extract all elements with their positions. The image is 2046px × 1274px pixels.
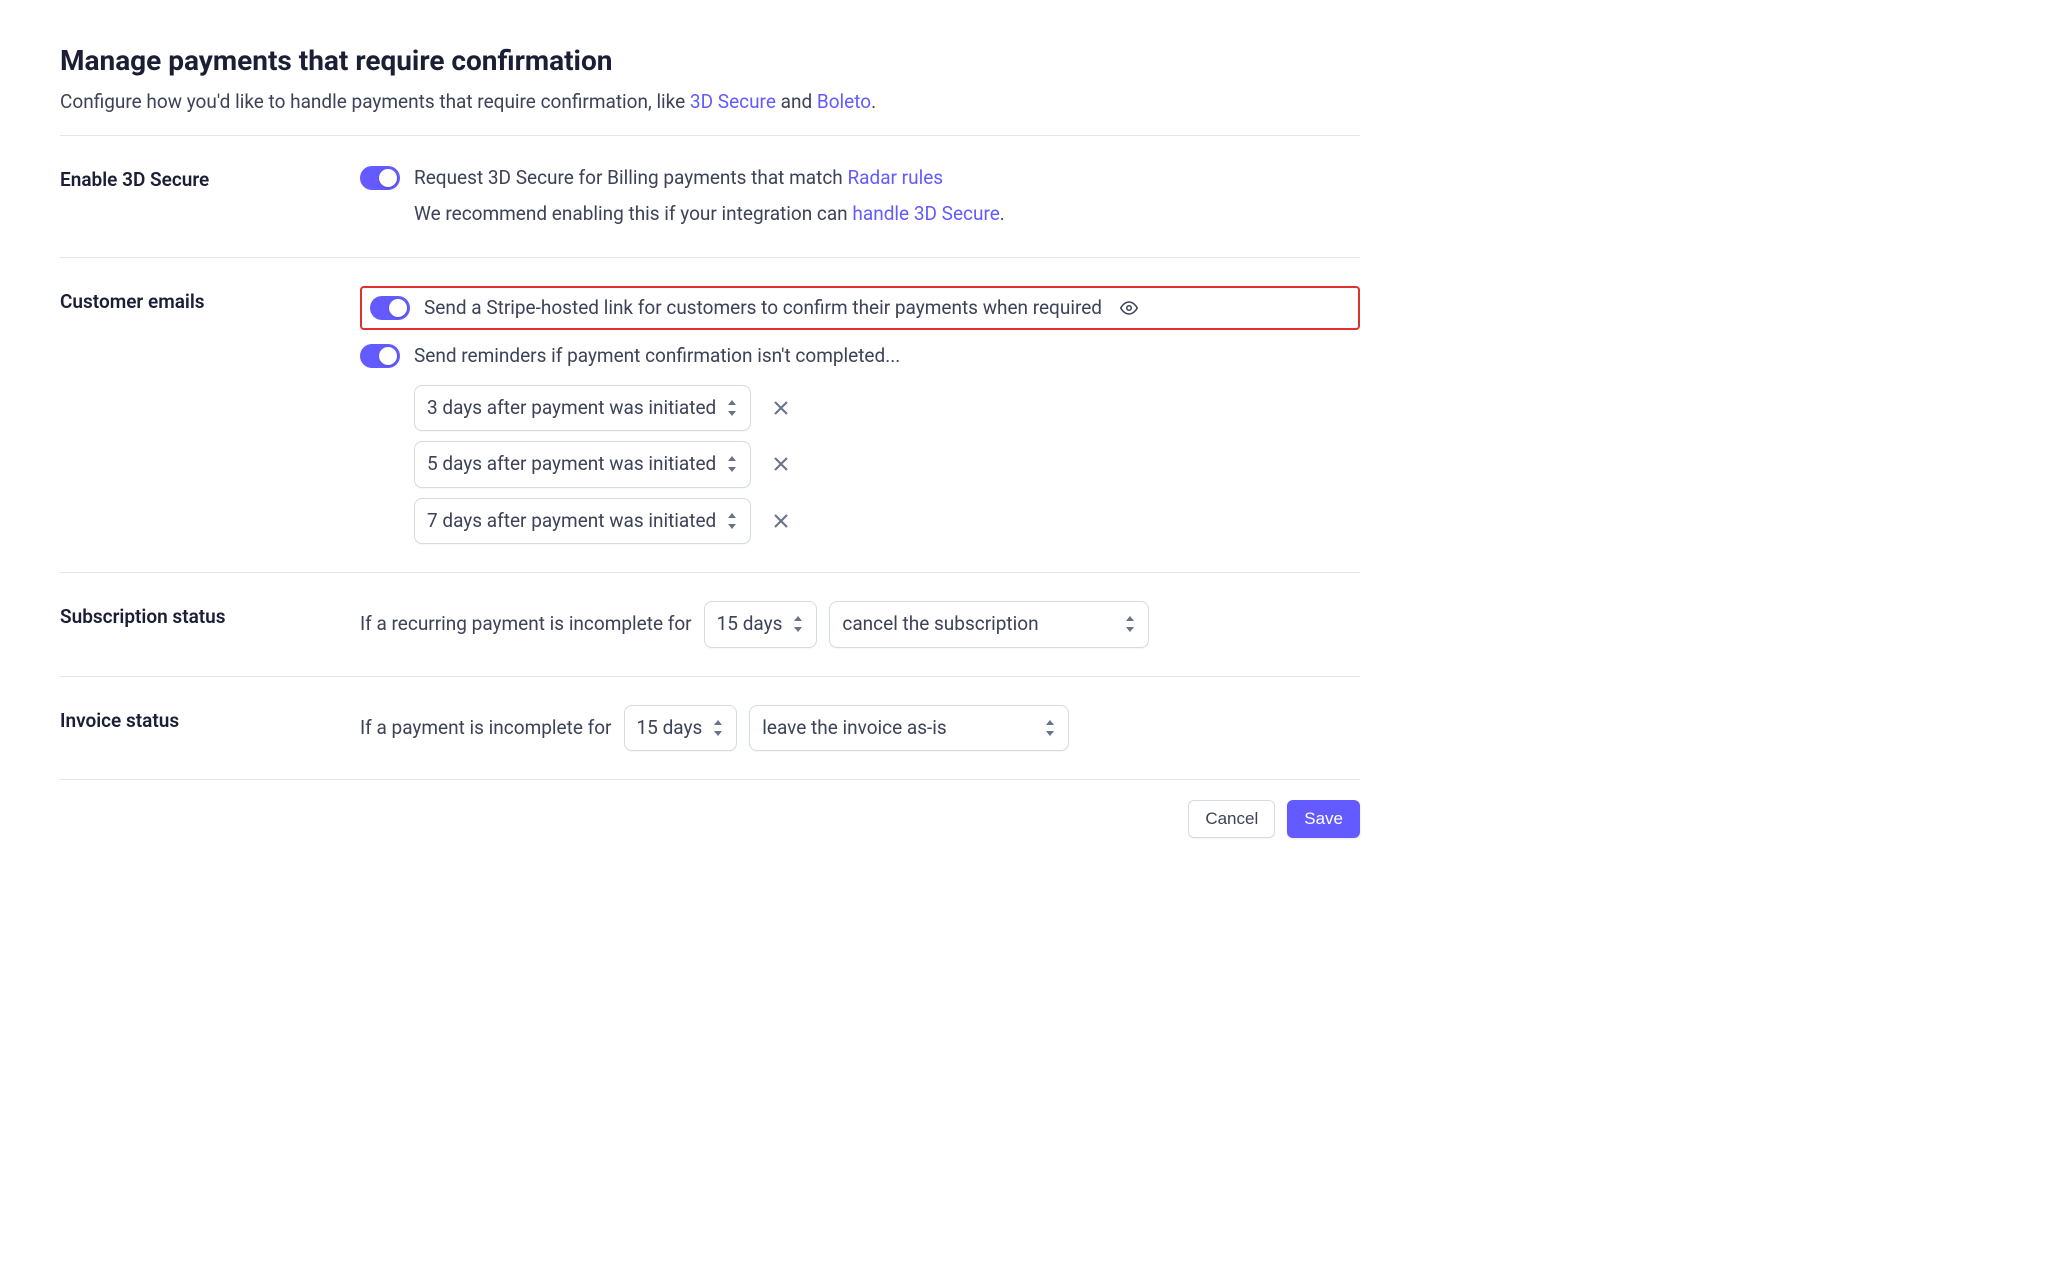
subscription-status-row: Subscription status If a recurring payme… [60, 573, 1360, 677]
invoice-status-row: Invoice status If a payment is incomplet… [60, 677, 1360, 781]
page-subtitle: Configure how you'd like to handle payme… [60, 88, 1360, 117]
enable-3ds-row: Enable 3D Secure Request 3D Secure for B… [60, 136, 1360, 258]
enable-3ds-desc1: Request 3D Secure for Billing payments t… [414, 164, 943, 193]
chevron-updown-icon [726, 513, 738, 529]
chevron-updown-icon [1044, 720, 1056, 736]
chevron-updown-icon [712, 720, 724, 736]
boleto-link[interactable]: Boleto [817, 90, 871, 113]
reminder-select-3[interactable]: 7 days after payment was initiated [414, 498, 751, 545]
chevron-updown-icon [726, 456, 738, 472]
cancel-button[interactable]: Cancel [1188, 800, 1275, 838]
reminder-select-2[interactable]: 5 days after payment was initiated [414, 441, 751, 488]
enable-3ds-label: Enable 3D Secure [60, 164, 360, 195]
highlighted-option: Send a Stripe-hosted link for customers … [360, 286, 1360, 331]
customer-emails-row: Customer emails Send a Stripe-hosted lin… [60, 258, 1360, 574]
preview-eye-icon[interactable] [1120, 299, 1138, 317]
subscription-status-label: Subscription status [60, 601, 360, 632]
subscription-duration-select[interactable]: 15 days [704, 601, 818, 648]
reminder-item: 7 days after payment was initiated [414, 498, 1360, 545]
reminder-item: 5 days after payment was initiated [414, 441, 1360, 488]
enable-3ds-desc2: We recommend enabling this if your integ… [414, 200, 1360, 229]
send-reminders-text: Send reminders if payment confirmation i… [414, 342, 900, 371]
chevron-updown-icon [1124, 616, 1136, 632]
remove-reminder-button[interactable] [769, 452, 793, 476]
footer-actions: Cancel Save [60, 780, 1360, 858]
send-hosted-link-text: Send a Stripe-hosted link for customers … [424, 294, 1102, 323]
invoice-prefix-text: If a payment is incomplete for [360, 714, 612, 743]
chevron-updown-icon [726, 400, 738, 416]
page-title: Manage payments that require confirmatio… [60, 40, 1360, 82]
subscription-prefix-text: If a recurring payment is incomplete for [360, 610, 692, 639]
chevron-updown-icon [792, 616, 804, 632]
reminder-select-1[interactable]: 3 days after payment was initiated [414, 385, 751, 432]
subscription-action-select[interactable]: cancel the subscription [829, 601, 1149, 648]
reminder-item: 3 days after payment was initiated [414, 385, 1360, 432]
remove-reminder-button[interactable] [769, 509, 793, 533]
customer-emails-label: Customer emails [60, 286, 360, 317]
enable-3ds-toggle[interactable] [360, 166, 400, 190]
3d-secure-link[interactable]: 3D Secure [690, 90, 776, 113]
invoice-action-select[interactable]: leave the invoice as-is [749, 705, 1069, 752]
invoice-status-label: Invoice status [60, 705, 360, 736]
save-button[interactable]: Save [1287, 800, 1360, 838]
handle-3ds-link[interactable]: handle 3D Secure [852, 202, 999, 225]
send-hosted-link-toggle[interactable] [370, 296, 410, 320]
reminder-list: 3 days after payment was initiated 5 day… [414, 385, 1360, 545]
radar-rules-link[interactable]: Radar rules [847, 166, 943, 189]
remove-reminder-button[interactable] [769, 396, 793, 420]
send-reminders-toggle[interactable] [360, 344, 400, 368]
invoice-duration-select[interactable]: 15 days [624, 705, 738, 752]
